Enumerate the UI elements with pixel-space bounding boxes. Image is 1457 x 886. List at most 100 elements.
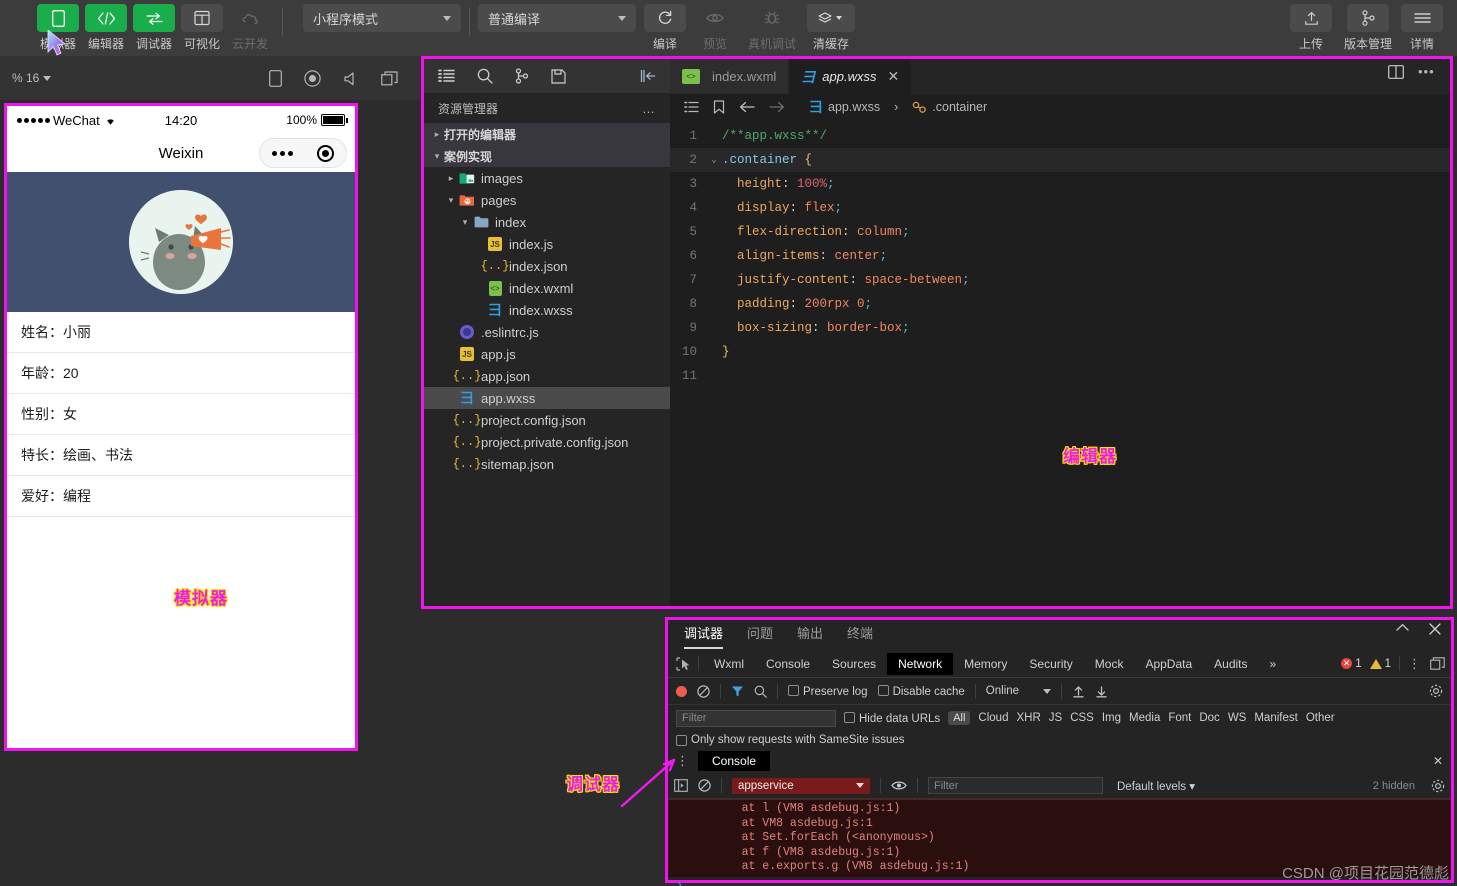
panel-tab-problems[interactable]: 问题 <box>747 623 773 647</box>
collapse-icon[interactable] <box>640 69 656 83</box>
hide-data-urls-checkbox[interactable]: Hide data URLs <box>844 711 940 725</box>
devtools-menu-icon[interactable]: ⋮ <box>1408 656 1422 672</box>
import-har-icon[interactable] <box>1072 685 1085 698</box>
clear-console-icon[interactable] <box>698 779 711 792</box>
save-icon[interactable] <box>551 68 566 84</box>
source-control-icon[interactable] <box>515 68 529 84</box>
windows-icon[interactable] <box>381 70 398 86</box>
tree-item-project-private-config-json[interactable]: {..} project.private.config.json <box>424 431 670 453</box>
devtool-tab-overflow[interactable]: » <box>1259 653 1288 675</box>
devtool-tab-mock[interactable]: Mock <box>1084 653 1135 675</box>
warning-badge[interactable]: 1 <box>1369 658 1391 670</box>
twisty-icon[interactable]: ▸ <box>444 173 458 184</box>
tree-item-[interactable]: ▸ 打开的编辑器 <box>424 123 670 145</box>
tab-app-wxss[interactable]: 彐 app.wxss ✕ <box>789 59 913 94</box>
back-arrow-icon[interactable] <box>739 101 755 113</box>
drawer-tab-console[interactable]: Console <box>698 751 771 771</box>
record-icon[interactable] <box>304 69 321 87</box>
split-editor-icon[interactable] <box>1388 64 1404 79</box>
compile-button[interactable]: 编译 <box>640 4 690 52</box>
devtool-tab-audits[interactable]: Audits <box>1203 653 1258 675</box>
network-settings-icon[interactable] <box>1429 684 1443 698</box>
preserve-log-checkbox[interactable]: Preserve log <box>788 684 868 698</box>
tree-item-index-wxml[interactable]: <> index.wxml <box>424 277 670 299</box>
error-badge[interactable]: ✕ 1 <box>1341 658 1362 670</box>
tree-item-pages[interactable]: ▾ pages <box>424 189 670 211</box>
breadcrumb-symbol[interactable]: .container <box>912 100 987 114</box>
toolbar-editor-button[interactable]: 编辑器 <box>82 4 130 52</box>
console-levels-select[interactable]: Default levels ▾ <box>1117 779 1195 793</box>
tree-item-app-js[interactable]: JS app.js <box>424 343 670 365</box>
code-editor[interactable]: 1 /**app.wxss**/ 2 ⌄ .container {3 height: 1… <box>670 120 1450 388</box>
samesite-filter-row[interactable]: Only show requests with SameSite issues <box>668 731 1451 749</box>
compile-select[interactable]: 普通编译 <box>478 4 636 32</box>
fold-icon[interactable]: ⌄ <box>706 155 722 165</box>
real-device-debug-button[interactable]: 真机调试 <box>740 4 804 52</box>
console-eye-icon[interactable] <box>891 780 907 791</box>
devtool-tab-sources[interactable]: Sources <box>821 653 887 675</box>
filter-funnel-icon[interactable] <box>731 685 744 698</box>
tree-item-sitemap-json[interactable]: {..} sitemap.json <box>424 453 670 475</box>
resource-type-all[interactable]: All <box>948 711 971 725</box>
panel-tab-output[interactable]: 输出 <box>797 623 823 647</box>
version-control-button[interactable]: 版本管理 <box>1337 4 1399 52</box>
network-filter-input[interactable]: Filter <box>676 709 836 727</box>
files-icon[interactable] <box>438 69 455 83</box>
resource-type-ws[interactable]: WS <box>1228 712 1247 724</box>
resource-type-media[interactable]: Media <box>1129 712 1160 724</box>
tree-item-app-json[interactable]: {..} app.json <box>424 365 670 387</box>
volume-icon[interactable] <box>343 71 359 86</box>
console-filter-input[interactable]: Filter <box>928 777 1103 794</box>
wechat-capsule-button[interactable] <box>259 138 347 168</box>
tab-index-wxml[interactable]: <> index.wxml <box>670 59 790 94</box>
tree-item-app-wxss[interactable]: 彐 app.wxss <box>424 387 670 409</box>
panel-tab-terminal[interactable]: 终端 <box>847 623 873 647</box>
resource-type-css[interactable]: CSS <box>1070 712 1094 724</box>
toolbar-cloud-button[interactable]: 云开发 <box>226 4 274 52</box>
tree-item-project-config-json[interactable]: {..} project.config.json <box>424 409 670 431</box>
simulator-zoom-control[interactable]: % 16 <box>12 71 52 85</box>
drawer-close-icon[interactable]: ✕ <box>1433 754 1443 768</box>
resource-type-img[interactable]: Img <box>1102 712 1121 724</box>
search-network-icon[interactable] <box>754 685 767 698</box>
devtool-tab-network[interactable]: Network <box>887 652 954 675</box>
devtool-tab-console[interactable]: Console <box>755 653 821 675</box>
toolbar-visualize-button[interactable]: 可视化 <box>178 4 226 52</box>
resource-type-font[interactable]: Font <box>1168 712 1191 724</box>
bookmark-icon[interactable] <box>713 100 725 114</box>
search-icon[interactable] <box>477 68 493 84</box>
close-icon[interactable]: ✕ <box>888 68 900 85</box>
devtool-tab-wxml[interactable]: Wxml <box>703 653 755 675</box>
console-context-select[interactable]: appservice <box>732 777 870 794</box>
inspect-element-icon[interactable] <box>672 656 698 671</box>
editor-more-icon[interactable]: ••• <box>1418 64 1435 79</box>
export-har-icon[interactable] <box>1095 685 1108 698</box>
device-icon[interactable] <box>269 69 282 87</box>
forward-arrow-icon[interactable] <box>769 101 785 113</box>
tree-item-images[interactable]: ▸ images <box>424 167 670 189</box>
outline-icon[interactable] <box>684 101 699 113</box>
disable-cache-checkbox[interactable]: Disable cache <box>877 684 965 698</box>
panel-tab-debugger[interactable]: 调试器 <box>684 623 724 649</box>
details-button[interactable]: 详情 <box>1399 4 1445 52</box>
devtool-tab-appdata[interactable]: AppData <box>1134 653 1203 675</box>
resource-type-xhr[interactable]: XHR <box>1016 712 1040 724</box>
throttling-select[interactable]: Online <box>986 685 1052 697</box>
preview-button[interactable]: 预览 <box>690 4 740 52</box>
upload-button[interactable]: 上传 <box>1285 4 1337 52</box>
devtools-dock-icon[interactable] <box>1430 657 1445 670</box>
tree-item-index[interactable]: ▾ index <box>424 211 670 233</box>
tree-item-[interactable]: ▾ 案例实现 <box>424 145 670 167</box>
twisty-icon[interactable]: ▾ <box>458 217 472 228</box>
collapse-icon-panel[interactable] <box>1396 623 1409 635</box>
resource-type-manifest[interactable]: Manifest <box>1254 712 1297 724</box>
resource-type-js[interactable]: JS <box>1049 712 1062 724</box>
clear-cache-button[interactable]: 清缓存 <box>804 4 858 52</box>
resource-type-other[interactable]: Other <box>1306 712 1335 724</box>
tree-item-index-js[interactable]: JS index.js <box>424 233 670 255</box>
twisty-icon[interactable]: ▾ <box>430 151 444 162</box>
tree-item-index-json[interactable]: {..} index.json <box>424 255 670 277</box>
record-network-icon[interactable] <box>676 685 687 697</box>
resource-type-cloud[interactable]: Cloud <box>978 712 1008 724</box>
more-icon[interactable]: … <box>642 101 656 116</box>
